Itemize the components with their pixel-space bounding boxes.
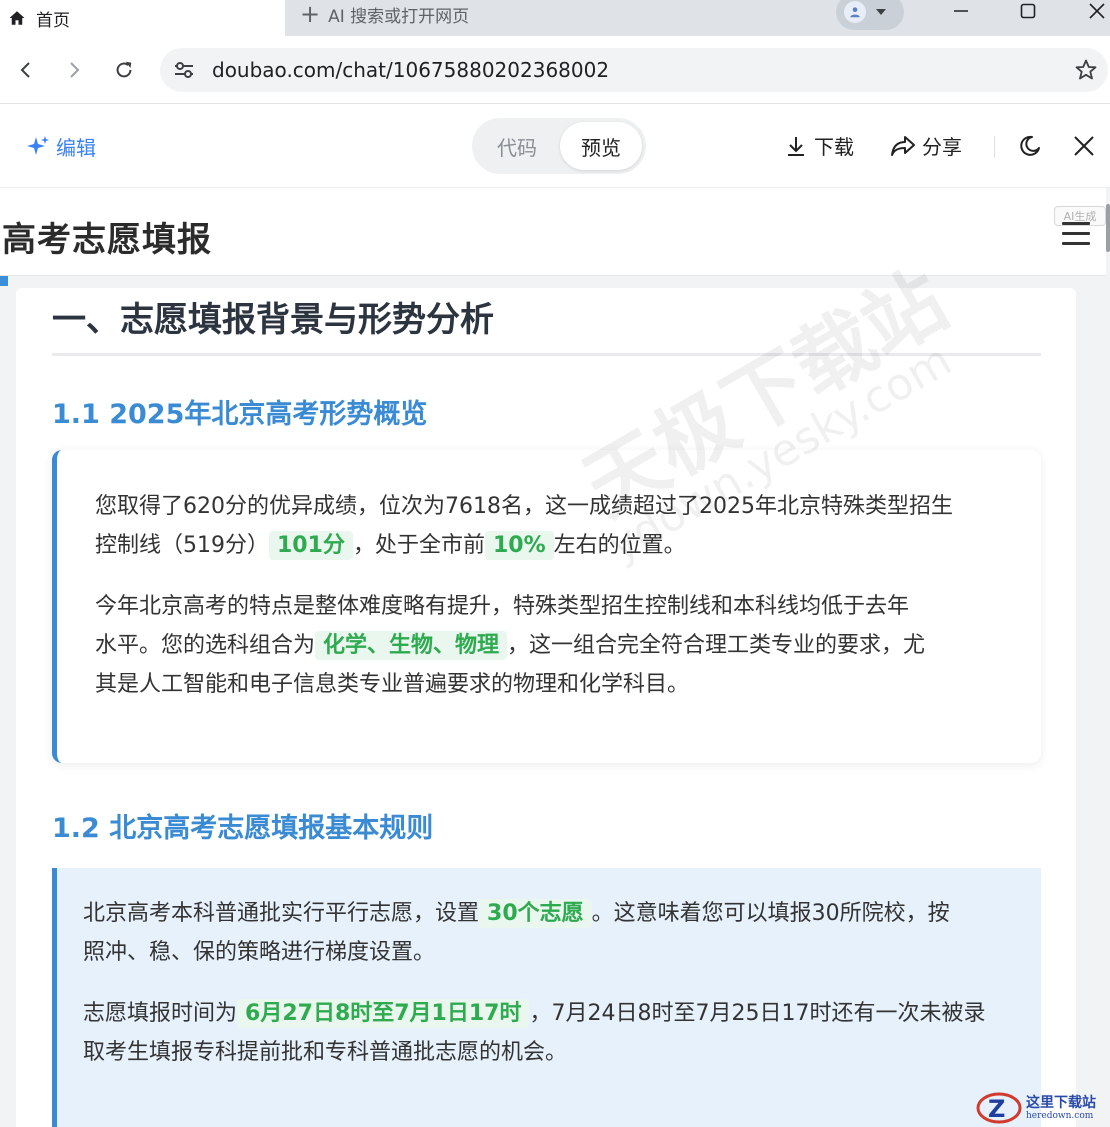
preview-pane: 高考志愿填报 AI生成 一、志愿填报背景与形势分析 1.1 2025年北京高考形… [0, 188, 1110, 1127]
url-text: doubao.com/chat/10675880202368002 [212, 58, 610, 82]
text-span: 北京高考本科普通批实行平行志愿，设置 [83, 901, 480, 926]
toggle-preview[interactable]: 预览 [560, 122, 642, 170]
text-span: 水平。您的选科组合为 [95, 633, 316, 658]
reading-progress-bar [0, 276, 8, 286]
browser-tab-strip: 首页 + AI 搜索或打开网页 [0, 0, 1110, 36]
text-line: 控制线（519分） 101分 ，处于全市前 10% 左右的位置。 [95, 526, 953, 565]
tab-title: 首页 [36, 10, 70, 31]
dark-mode-button[interactable] [1016, 132, 1044, 160]
highlight: 30个志愿 [479, 899, 592, 928]
download-button[interactable]: 下载 [784, 131, 854, 160]
reload-icon [116, 61, 132, 78]
site-logo: Z 这里下载站 heredown.com [976, 1088, 1110, 1127]
text-span: 志愿填报时间为 [83, 1001, 238, 1026]
share-label: 分享 [922, 135, 962, 159]
edit-label: 编辑 [56, 136, 96, 160]
highlight: 10% [484, 531, 554, 560]
text-line: 北京高考本科普通批实行平行志愿，设置 30个志愿 。这意味着您可以填报30所院校，按 [83, 894, 950, 933]
share-button[interactable]: 分享 [890, 131, 962, 160]
site-settings-icon[interactable] [172, 58, 196, 82]
section-heading: 一、志愿填报背景与形势分析 [52, 300, 494, 340]
app-header: 编辑 代码 预览 下载 分享 [0, 104, 1110, 188]
site-title: 高考志愿填报 [2, 220, 212, 260]
home-icon [9, 11, 25, 25]
text-line: 您取得了620分的优异成绩，位次为7618名，这一成绩超过了2025年北京特殊类… [95, 494, 953, 519]
close-window-button[interactable] [1074, 0, 1110, 22]
share-icon [891, 135, 915, 156]
reload-button[interactable] [110, 56, 138, 84]
bookmark-star-icon[interactable] [1074, 58, 1098, 82]
download-icon [788, 136, 804, 156]
maximize-icon [1020, 3, 1036, 19]
logo-subtext: heredown.com [1026, 1110, 1094, 1121]
paragraph: 您取得了620分的优异成绩，位次为7618名，这一成绩超过了2025年北京特殊类… [95, 487, 953, 565]
paragraph: 今年北京高考的特点是整体难度略有提升，特殊类型招生控制线和本科线均低于去年 水平… [95, 587, 925, 704]
tab-home[interactable]: 首页 [0, 0, 285, 36]
chevron-down-icon [876, 9, 886, 15]
avatar [844, 1, 866, 23]
minimize-icon [954, 10, 968, 12]
close-icon [1074, 136, 1094, 156]
view-toggle: 代码 预览 [472, 118, 646, 174]
close-panel-button[interactable] [1070, 132, 1098, 160]
arrow-right-icon [70, 62, 80, 78]
logo-icon: Z [976, 1092, 1022, 1123]
profile-button[interactable] [836, 0, 904, 30]
person-icon [850, 7, 860, 18]
new-tab-button[interactable]: + AI 搜索或打开网页 [300, 0, 469, 28]
browser-toolbar: doubao.com/chat/10675880202368002 [0, 36, 1110, 104]
download-label: 下载 [814, 135, 854, 159]
edit-button[interactable]: 编辑 [26, 132, 96, 161]
toggle-code[interactable]: 代码 [476, 122, 558, 170]
subsection-heading: 1.1 2025年北京高考形势概览 [52, 399, 428, 430]
text-span: ，这一组合完全符合理工类专业的要求，尤 [507, 633, 926, 658]
text-span: ，7月24日8时至7月25日17时还有一次未被录 [529, 1001, 986, 1026]
text-line: 照冲、稳、保的策略进行梯度设置。 [83, 940, 436, 965]
divider [52, 353, 1041, 356]
text-line: 水平。您的选科组合为 化学、生物、物理 ，这一组合完全符合理工类专业的要求，尤 [95, 626, 925, 665]
menu-icon[interactable] [1062, 222, 1090, 246]
plus-icon: + [300, 0, 321, 28]
text-line: 志愿填报时间为 6月27日8时至7月1日17时 ，7月24日8时至7月25日17时还… [83, 994, 985, 1033]
site-navbar: 高考志愿填报 AI生成 [0, 188, 1106, 276]
highlight: 101分 [269, 531, 353, 560]
maximize-button[interactable] [1005, 0, 1051, 22]
text-span: 。这意味着您可以填报30所院校，按 [591, 901, 950, 926]
logo-text: 这里下载站 [1026, 1094, 1096, 1111]
text-line: 今年北京高考的特点是整体难度略有提升，特殊类型招生控制线和本科线均低于去年 [95, 594, 910, 619]
address-bar[interactable]: doubao.com/chat/10675880202368002 [160, 48, 1108, 92]
forward-button[interactable] [60, 56, 88, 84]
sparkle-icon [27, 135, 49, 155]
text-span: ，处于全市前 [352, 533, 485, 558]
highlight: 6月27日8时至7月1日17时 [237, 999, 530, 1028]
paragraph: 志愿填报时间为 6月27日8时至7月1日17时 ，7月24日8时至7月25日17时还… [83, 994, 985, 1072]
svg-text:Z: Z [988, 1095, 1005, 1123]
moon-icon [1020, 135, 1040, 156]
new-tab-label: AI 搜索或打开网页 [328, 6, 470, 27]
back-button[interactable] [12, 56, 40, 84]
scrollbar[interactable] [1106, 204, 1110, 252]
paragraph: 北京高考本科普通批实行平行志愿，设置 30个志愿 。这意味着您可以填报30所院校，按… [83, 894, 950, 972]
text-span: 控制线（519分） [95, 533, 269, 558]
text-line: 其是人工智能和电子信息类专业普遍要求的物理和化学科目。 [95, 672, 690, 697]
text-line: 取考生填报专科提前批和专科普通批志愿的机会。 [83, 1040, 568, 1065]
close-icon [1089, 3, 1105, 19]
highlight: 化学、生物、物理 [315, 631, 508, 660]
minimize-button[interactable] [938, 0, 984, 22]
arrow-left-icon [20, 62, 30, 78]
text-span: 左右的位置。 [553, 533, 686, 558]
divider [994, 136, 995, 158]
subsection-heading: 1.2 北京高考志愿填报基本规则 [52, 813, 434, 844]
